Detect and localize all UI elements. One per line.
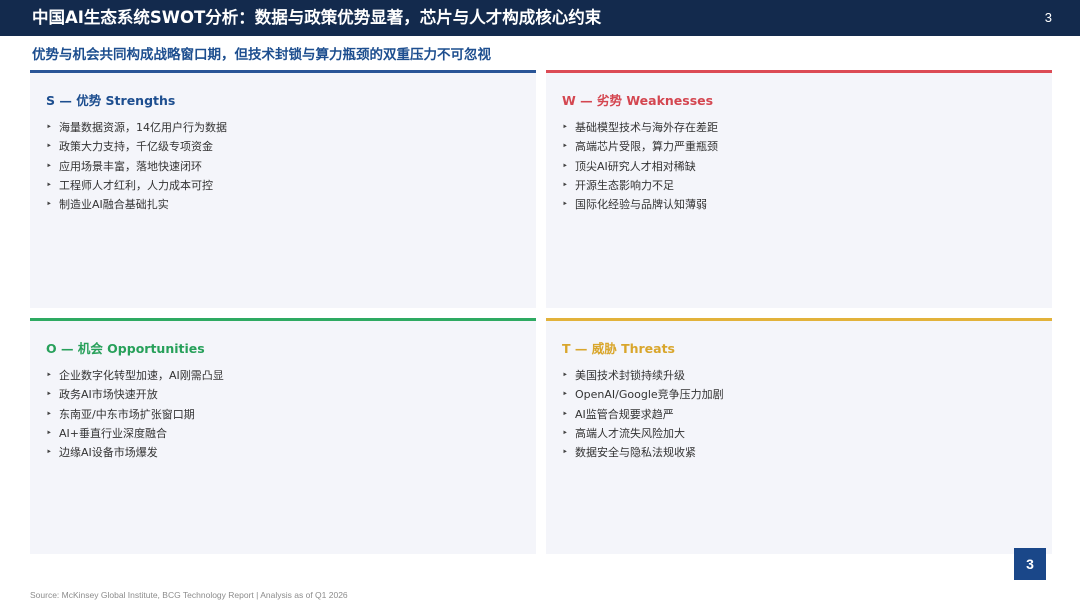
threats-item: OpenAI/Google竞争压力加剧 [562, 385, 724, 404]
opportunities-item: 东南亚/中东市场扩张窗口期 [46, 405, 224, 424]
slide: 中国AI生态系统SWOT分析：数据与政策优势显著，芯片与人才构成核心约束 3 优… [0, 0, 1080, 608]
weaknesses-item: 基础模型技术与海外存在差距 [562, 118, 718, 137]
page-subtitle: 优势与机会共同构成战略窗口期，但技术封锁与算力瓶颈的双重压力不可忽视 [32, 47, 491, 63]
strengths-item: 应用场景丰富，落地快速闭环 [46, 157, 227, 176]
swot-strengths-panel: S — 优势 Strengths 海量数据资源，14亿用户行为数据 政策大力支持… [30, 70, 536, 308]
strengths-item: 工程师人才红利，人力成本可控 [46, 176, 227, 195]
threats-item: 高端人才流失风险加大 [562, 424, 724, 443]
header-bar: 中国AI生态系统SWOT分析：数据与政策优势显著，芯片与人才构成核心约束 3 [0, 0, 1080, 36]
page-title: 中国AI生态系统SWOT分析：数据与政策优势显著，芯片与人才构成核心约束 [32, 8, 602, 27]
strengths-title: S — 优势 Strengths [46, 93, 176, 108]
weaknesses-title: W — 劣势 Weaknesses [562, 93, 714, 108]
weaknesses-item: 高端芯片受限，算力严重瓶颈 [562, 137, 718, 156]
opportunities-item: 企业数字化转型加速，AI刚需凸显 [46, 366, 224, 385]
swot-opportunities-panel: O — 机会 Opportunities 企业数字化转型加速，AI刚需凸显 政务… [30, 318, 536, 554]
strengths-list: 海量数据资源，14亿用户行为数据 政策大力支持，千亿级专项资金 应用场景丰富，落… [46, 118, 227, 214]
page-number-badge: 3 [1014, 548, 1046, 580]
opportunities-item: 边缘AI设备市场爆发 [46, 443, 224, 462]
opportunities-title: O — 机会 Opportunities [46, 341, 205, 356]
opportunities-list: 企业数字化转型加速，AI刚需凸显 政务AI市场快速开放 东南亚/中东市场扩张窗口… [46, 366, 224, 462]
opportunities-item: 政务AI市场快速开放 [46, 385, 224, 404]
weaknesses-item: 开源生态影响力不足 [562, 176, 718, 195]
opportunities-item: AI+垂直行业深度融合 [46, 424, 224, 443]
threats-item: 数据安全与隐私法规收紧 [562, 443, 724, 462]
source-footnote: Source: McKinsey Global Institute, BCG T… [30, 590, 348, 600]
strengths-item: 政策大力支持，千亿级专项资金 [46, 137, 227, 156]
swot-weaknesses-panel: W — 劣势 Weaknesses 基础模型技术与海外存在差距 高端芯片受限，算… [546, 70, 1052, 308]
header-page-number: 3 [1044, 10, 1052, 25]
threats-title: T — 威胁 Threats [562, 341, 676, 356]
threats-item: 美国技术封锁持续升级 [562, 366, 724, 385]
strengths-item: 制造业AI融合基础扎实 [46, 195, 227, 214]
strengths-item: 海量数据资源，14亿用户行为数据 [46, 118, 227, 137]
weaknesses-item: 国际化经验与品牌认知薄弱 [562, 195, 718, 214]
weaknesses-list: 基础模型技术与海外存在差距 高端芯片受限，算力严重瓶颈 顶尖AI研究人才相对稀缺… [562, 118, 718, 214]
swot-threats-panel: T — 威胁 Threats 美国技术封锁持续升级 OpenAI/Google竞… [546, 318, 1052, 554]
threats-list: 美国技术封锁持续升级 OpenAI/Google竞争压力加剧 AI监管合规要求趋… [562, 366, 724, 462]
weaknesses-item: 顶尖AI研究人才相对稀缺 [562, 157, 718, 176]
threats-item: AI监管合规要求趋严 [562, 405, 724, 424]
